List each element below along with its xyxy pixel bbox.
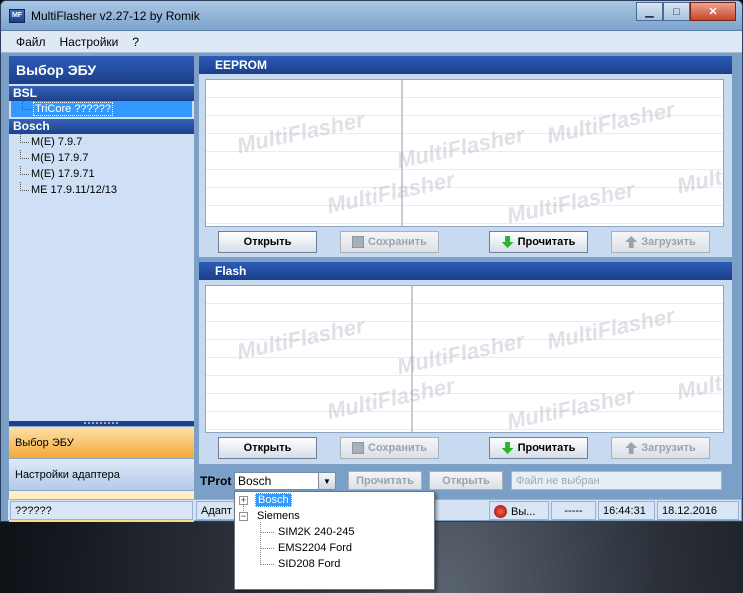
flash-section: Flash MultiFlasher MultiFlasher MultiFla…: [198, 261, 733, 465]
status-adapter: Адапт: [196, 501, 236, 520]
maximize-button[interactable]: □: [663, 2, 690, 21]
eeprom-save-button[interactable]: Сохранить: [340, 231, 439, 253]
status-time: 16:44:31: [598, 501, 655, 520]
flash-save-button[interactable]: Сохранить: [340, 437, 439, 459]
arrow-up-icon: [625, 442, 638, 454]
status-dashes: -----: [551, 501, 596, 520]
tree-item-me17911[interactable]: ME 17.9.11/12/13: [9, 182, 194, 198]
nav-ecu-select[interactable]: Выбор ЭБУ: [9, 426, 194, 458]
flash-open-button[interactable]: Открыть: [218, 437, 317, 459]
status-connection: Вы...: [489, 501, 549, 520]
title-bar[interactable]: MF MultiFlasher v2.27-12 by Romik ▁ □ ✕: [1, 1, 742, 31]
app-icon: MF: [9, 9, 25, 23]
ecu-tree: BSL TriCore ?????? Bosch M(E) 7.9.7 M(E)…: [9, 84, 194, 421]
save-icon: [352, 442, 365, 454]
menu-help[interactable]: ?: [125, 35, 146, 49]
nav-adapter-settings[interactable]: Настройки адаптера: [9, 458, 194, 490]
record-icon: [494, 505, 507, 518]
tree-item-tricore[interactable]: TriCore ??????: [11, 101, 192, 117]
dropdown-item-sid208[interactable]: SID208 Ford: [278, 556, 340, 572]
dropdown-item-ems2204[interactable]: EMS2204 Ford: [278, 540, 352, 556]
tree-item-me797[interactable]: M(E) 7.9.7: [9, 134, 194, 150]
file-path-field: Файл не выбран: [511, 471, 722, 490]
status-ecu: ??????: [10, 501, 193, 520]
tprot-label: TProt: [200, 474, 232, 488]
eeprom-title: EEPROM: [199, 56, 732, 74]
arrow-up-icon: [625, 236, 638, 248]
status-date: 18.12.2016: [657, 501, 739, 520]
dropdown-item-bosch[interactable]: Bosch: [255, 492, 292, 508]
tprot-dropdown-list: + Bosch − Siemens SIM2K 240-245 EMS2204 …: [234, 491, 435, 590]
eeprom-open-button[interactable]: Открыть: [218, 231, 317, 253]
tprot-read-button[interactable]: Прочитать: [348, 471, 422, 490]
dropdown-item-siemens[interactable]: Siemens: [257, 508, 300, 524]
menu-file[interactable]: Файл: [9, 35, 53, 49]
expand-icon[interactable]: +: [239, 496, 248, 505]
dropdown-item-sim2k[interactable]: SIM2K 240-245: [278, 524, 354, 540]
save-icon: [352, 236, 365, 248]
flash-hex-grid[interactable]: MultiFlasher MultiFlasher MultiFlasher M…: [205, 285, 724, 433]
tree-group-bosch[interactable]: Bosch: [9, 119, 194, 134]
ecu-panel: Выбор ЭБУ BSL TriCore ?????? Bosch M(E) …: [8, 55, 195, 522]
close-button[interactable]: ✕: [690, 2, 736, 21]
flash-read-button[interactable]: Прочитать: [489, 437, 588, 459]
eeprom-section: EEPROM MultiFlasher MultiFlasher MultiFl…: [198, 55, 733, 258]
arrow-down-icon: [501, 236, 514, 248]
tree-item-me17971[interactable]: M(E) 17.9.71: [9, 166, 194, 182]
minimize-button[interactable]: ▁: [636, 2, 663, 21]
tree-group-bsl[interactable]: BSL: [9, 86, 194, 101]
collapse-icon[interactable]: −: [239, 512, 248, 521]
menu-settings[interactable]: Настройки: [53, 35, 126, 49]
eeprom-upload-button[interactable]: Загрузить: [611, 231, 710, 253]
flash-title: Flash: [199, 262, 732, 280]
eeprom-hex-grid[interactable]: MultiFlasher MultiFlasher MultiFlasher M…: [205, 79, 724, 227]
tprot-open-button[interactable]: Открыть: [429, 471, 503, 490]
eeprom-read-button[interactable]: Прочитать: [489, 231, 588, 253]
window-title: MultiFlasher v2.27-12 by Romik: [31, 9, 200, 23]
ecu-panel-title: Выбор ЭБУ: [9, 56, 194, 84]
chevron-down-icon[interactable]: ▼: [318, 473, 335, 489]
arrow-down-icon: [501, 442, 514, 454]
tprot-bar: TProt Bosch ▼ Прочитать Открыть Файл не …: [198, 469, 733, 493]
tprot-combo[interactable]: Bosch ▼: [234, 472, 336, 490]
tree-item-me1797[interactable]: M(E) 17.9.7: [9, 150, 194, 166]
flash-upload-button[interactable]: Загрузить: [611, 437, 710, 459]
menu-bar: Файл Настройки ?: [1, 31, 742, 53]
